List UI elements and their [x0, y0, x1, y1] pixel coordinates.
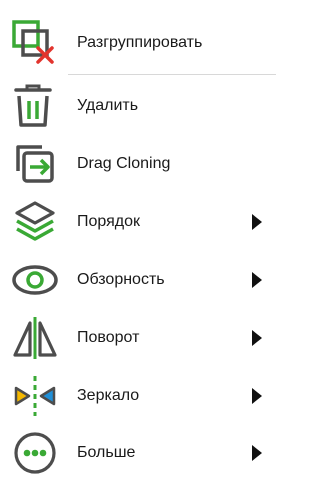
menu-divider: [68, 74, 276, 75]
mirror-icon: [6, 371, 64, 421]
trash-icon: [6, 81, 64, 131]
menu-item-order[interactable]: Порядок: [0, 193, 276, 250]
menu-item-label: Поворот: [77, 328, 140, 346]
drag-clone-icon: [6, 139, 64, 189]
menu-item-drag-cloning[interactable]: Drag Cloning: [0, 135, 276, 192]
more-icon: [6, 428, 64, 478]
menu-item-delete[interactable]: Удалить: [0, 77, 276, 134]
menu-item-ungroup[interactable]: Разгруппировать: [0, 14, 276, 71]
layers-order-icon: [6, 197, 64, 247]
submenu-arrow-icon: [252, 213, 262, 230]
menu-item-visibility[interactable]: Обзорность: [0, 251, 276, 308]
submenu-arrow-icon: [252, 329, 262, 346]
submenu-arrow-icon: [252, 444, 262, 461]
menu-item-rotate[interactable]: Поворот: [0, 309, 276, 366]
menu-item-label: Удалить: [77, 96, 139, 114]
menu-item-label: Больше: [77, 443, 136, 461]
menu-item-label: Drag Cloning: [77, 154, 171, 172]
menu-item-label: Разгруппировать: [77, 33, 203, 51]
menu-item-label: Порядок: [77, 212, 141, 230]
menu-item-mirror[interactable]: Зеркало: [0, 367, 276, 424]
ungroup-icon: [6, 18, 64, 68]
menu-item-more[interactable]: Больше: [0, 424, 276, 481]
menu-item-label: Зеркало: [77, 386, 140, 404]
menu-item-label: Обзорность: [77, 270, 165, 288]
context-menu: Разгруппировать Удалить Drag Cloning Пор…: [0, 0, 276, 474]
submenu-arrow-icon: [252, 271, 262, 288]
submenu-arrow-icon: [252, 387, 262, 404]
eye-visibility-icon: [6, 255, 64, 305]
rotate-icon: [6, 313, 64, 363]
